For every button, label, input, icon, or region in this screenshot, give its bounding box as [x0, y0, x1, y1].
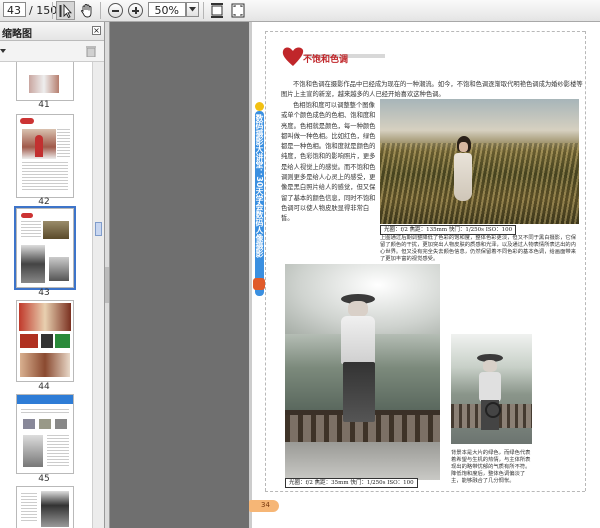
caption-bottom: 背景本是大片的绿色，而绿色代表着希望与生机的热情，与主体所表现出的略带忧郁的气质…: [451, 450, 531, 484]
fit-width-icon: [231, 3, 244, 18]
zoom-level-input[interactable]: 50%: [148, 2, 186, 17]
page-thumbnail[interactable]: [16, 394, 74, 474]
panel-splitter[interactable]: [104, 22, 110, 528]
caption-top: 上图通过后期调整降低了色彩的饱和度，整体色彩更淡，但又不同于黑白摄影，它保留了颜…: [380, 235, 576, 262]
thumbnail-label: 44: [38, 382, 50, 392]
panel-header: 缩略图 ×: [0, 22, 104, 41]
fit-width-button[interactable]: [228, 1, 247, 20]
exif-label-bottom: 光圈：f/2 焦距：35mm 快门：1/250s ISO：100: [285, 478, 418, 488]
sidebar-title: 数码摄影大讲堂：30天学会数码人像摄影: [255, 114, 264, 258]
zoom-out-button[interactable]: [106, 1, 125, 20]
thumbnail-label: 41: [38, 100, 50, 110]
thumbnail-label: 43: [38, 288, 50, 298]
badge-dot: [255, 102, 264, 111]
sidebar-flag-icon: [253, 278, 265, 290]
close-icon: ×: [93, 26, 100, 35]
photo-girl-fence: [285, 264, 440, 480]
panel-toolbar: [0, 41, 104, 62]
select-tool-button[interactable]: [56, 1, 75, 20]
fit-page-button[interactable]: [207, 1, 226, 20]
thumbnail-panel: 缩略图 × 41 42 43 44 45: [0, 22, 105, 528]
thumbnail-list: 41 42 43 44 45: [0, 62, 92, 528]
cursor-icon: [59, 3, 72, 18]
hand-icon: [80, 4, 91, 18]
exif-label-top: 光圈：f/2 焦距：135mm 快门：1/250s ISO：100: [380, 225, 517, 235]
page-thumbnail[interactable]: [16, 300, 74, 382]
photo-girl-hat: [451, 334, 532, 444]
body-paragraph: 色相饱和度可以调整整个图像或单个颜色成色的色相、饱和度和亮度。色相就是颜色，每一…: [281, 102, 376, 223]
trash-icon[interactable]: [86, 45, 96, 57]
page-thumbnail-selected[interactable]: [14, 206, 76, 290]
options-arrow-icon[interactable]: [0, 48, 6, 54]
hand-tool-button[interactable]: [77, 1, 96, 20]
intro-paragraph: 不饱和色调在摄影作品中已经成为现在的一种潮流。如今，不饱和色调逐渐取代明艳色调成…: [281, 81, 583, 99]
photo-grass-field: [380, 99, 579, 224]
thumbnail-label: 42: [38, 197, 50, 207]
toolbar-separator: [52, 2, 53, 19]
fit-page-icon: [210, 3, 223, 18]
toolbar: 43 / 150 50%: [0, 0, 600, 22]
heart-icon: [282, 47, 304, 66]
toolbar-separator: [100, 2, 101, 19]
zoom-in-icon: [128, 3, 143, 18]
zoom-dropdown-button[interactable]: [186, 2, 199, 17]
chevron-down-icon: [189, 7, 196, 12]
zoom-in-button[interactable]: [126, 1, 145, 20]
thumbnail-label: 45: [38, 474, 50, 484]
document-page: 不饱和色调 数码摄影大讲堂：30天学会数码人像摄影 不饱和色调在摄影作品中已经成…: [249, 22, 600, 528]
zoom-out-icon: [108, 3, 123, 18]
page-number: 34: [261, 501, 270, 509]
page-thumbnail[interactable]: [16, 62, 74, 101]
toolbar-separator: [203, 2, 204, 19]
panel-title: 缩略图: [2, 29, 32, 40]
panel-close-button[interactable]: ×: [92, 26, 101, 35]
page-thumbnail[interactable]: [16, 114, 74, 198]
page-thumbnail[interactable]: [16, 486, 74, 528]
scrollbar-thumb[interactable]: [95, 222, 102, 236]
section-title: 不饱和色调: [303, 55, 349, 65]
page-number-input[interactable]: 43: [3, 2, 26, 17]
